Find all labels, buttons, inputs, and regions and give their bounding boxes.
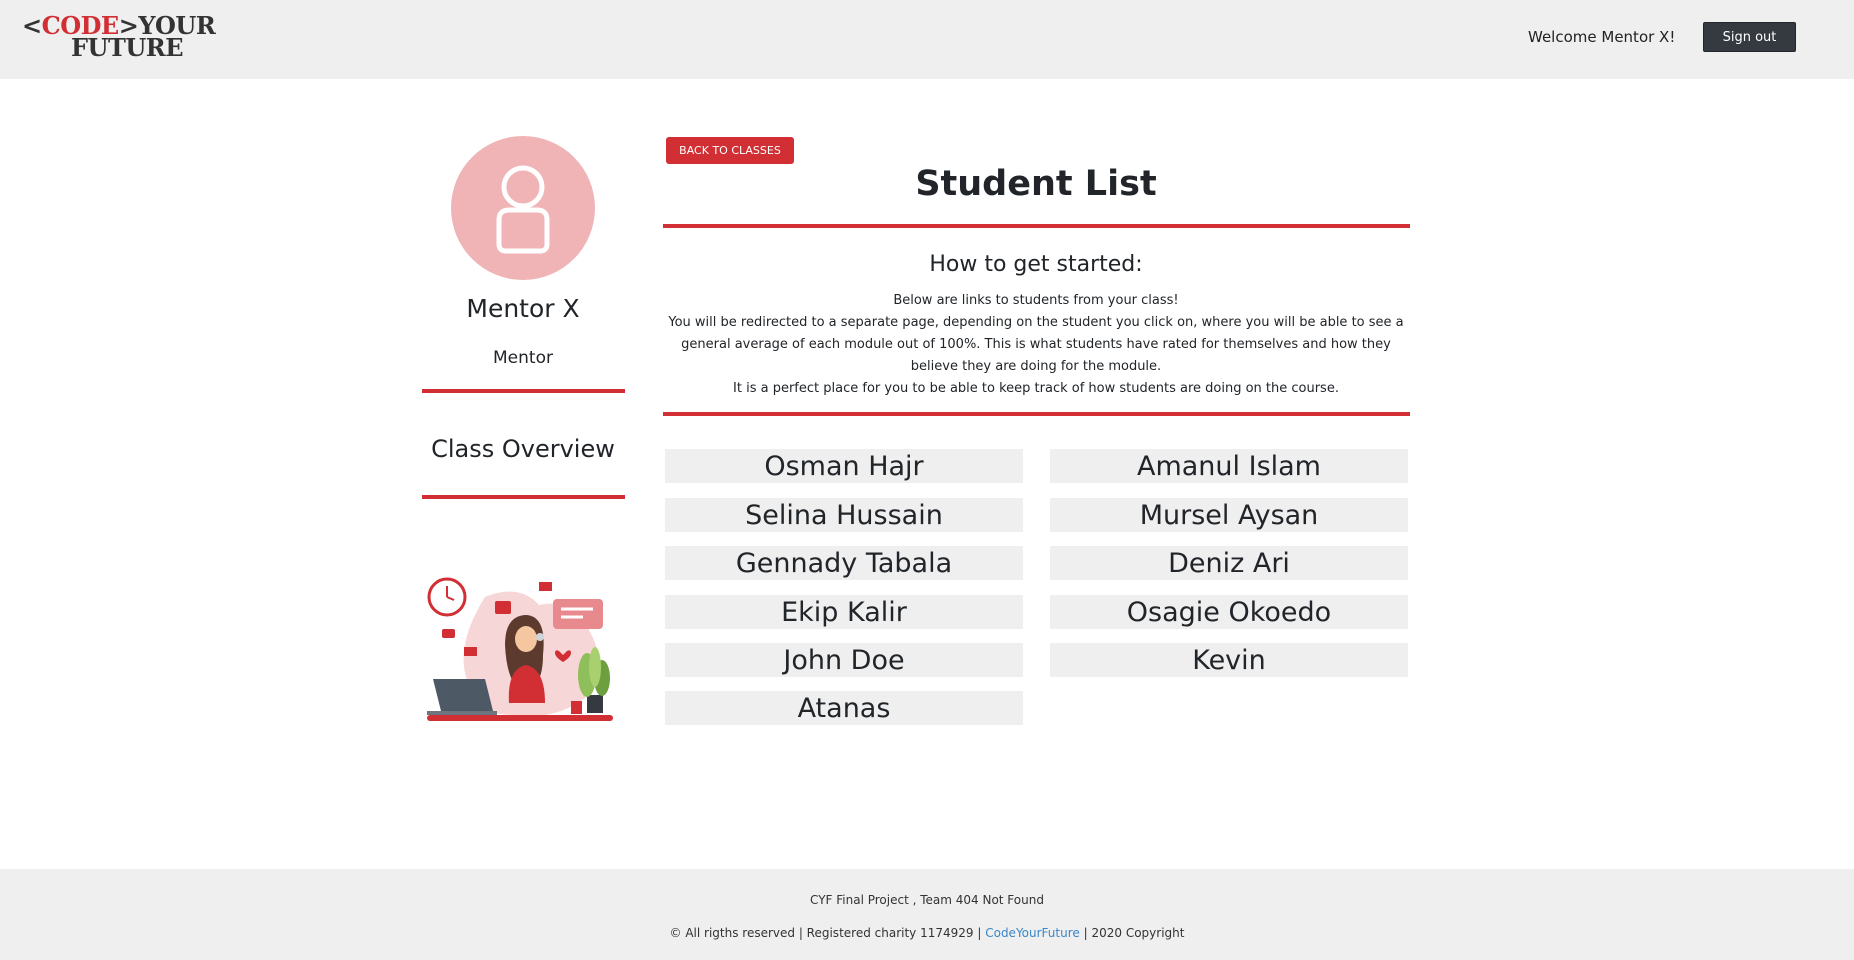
back-to-classes-button[interactable]: BACK TO CLASSES [666, 137, 794, 164]
content-divider [663, 412, 1410, 416]
footer-rights-text: © All rigths reserved | Registered chari… [669, 926, 982, 940]
student-link[interactable]: Selina Hussain [665, 498, 1023, 532]
logo-line-2: FUTURE [71, 33, 184, 62]
code-your-future-logo[interactable]: <CODE>YOUR FUTURE [22, 14, 216, 62]
user-icon [496, 165, 550, 254]
student-link[interactable]: Amanul Islam [1050, 449, 1408, 483]
sign-out-button[interactable]: Sign out [1703, 22, 1796, 52]
mentor-role: Mentor [493, 348, 553, 368]
footer-project-text: CYF Final Project , Team 404 Not Found [810, 893, 1044, 907]
welcome-message: Welcome Mentor X! [1528, 28, 1676, 46]
instructions-line: You will be redirected to a separate pag… [668, 315, 1404, 374]
student-link[interactable]: Ekip Kalir [665, 595, 1023, 629]
instructions-text: Below are links to students from your cl… [663, 290, 1409, 400]
instructions-line: It is a perfect place for you to be able… [733, 381, 1339, 396]
avatar [451, 136, 595, 280]
codeyourfuture-link[interactable]: CodeYourFuture [985, 926, 1080, 940]
title-divider [663, 224, 1410, 228]
mentor-name: Mentor X [466, 294, 580, 323]
footer-copyright: © All rigths reserved | Registered chari… [0, 926, 1854, 940]
sidebar-divider [422, 495, 625, 499]
student-link[interactable]: Mursel Aysan [1050, 498, 1408, 532]
student-link[interactable]: Osagie Okoedo [1050, 595, 1408, 629]
footer: CYF Final Project , Team 404 Not Found ©… [0, 869, 1854, 960]
student-link[interactable]: Kevin [1050, 643, 1408, 677]
top-navbar: <CODE>YOUR FUTURE Welcome Mentor X! Sign… [0, 0, 1854, 79]
sidebar-divider [422, 389, 625, 393]
student-link[interactable]: Atanas [665, 691, 1023, 725]
student-link[interactable]: Deniz Ari [1050, 546, 1408, 580]
student-link[interactable]: John Doe [665, 643, 1023, 677]
student-link[interactable]: Osman Hajr [665, 449, 1023, 483]
student-link[interactable]: Gennady Tabala [665, 546, 1023, 580]
page-title: Student List [915, 164, 1157, 204]
footer-year-text: | 2020 Copyright [1083, 926, 1185, 940]
instructions-line: Below are links to students from your cl… [893, 293, 1179, 308]
mentor-support-illustration [427, 577, 613, 721]
class-overview-link[interactable]: Class Overview [422, 435, 624, 463]
section-heading: How to get started: [929, 252, 1143, 277]
